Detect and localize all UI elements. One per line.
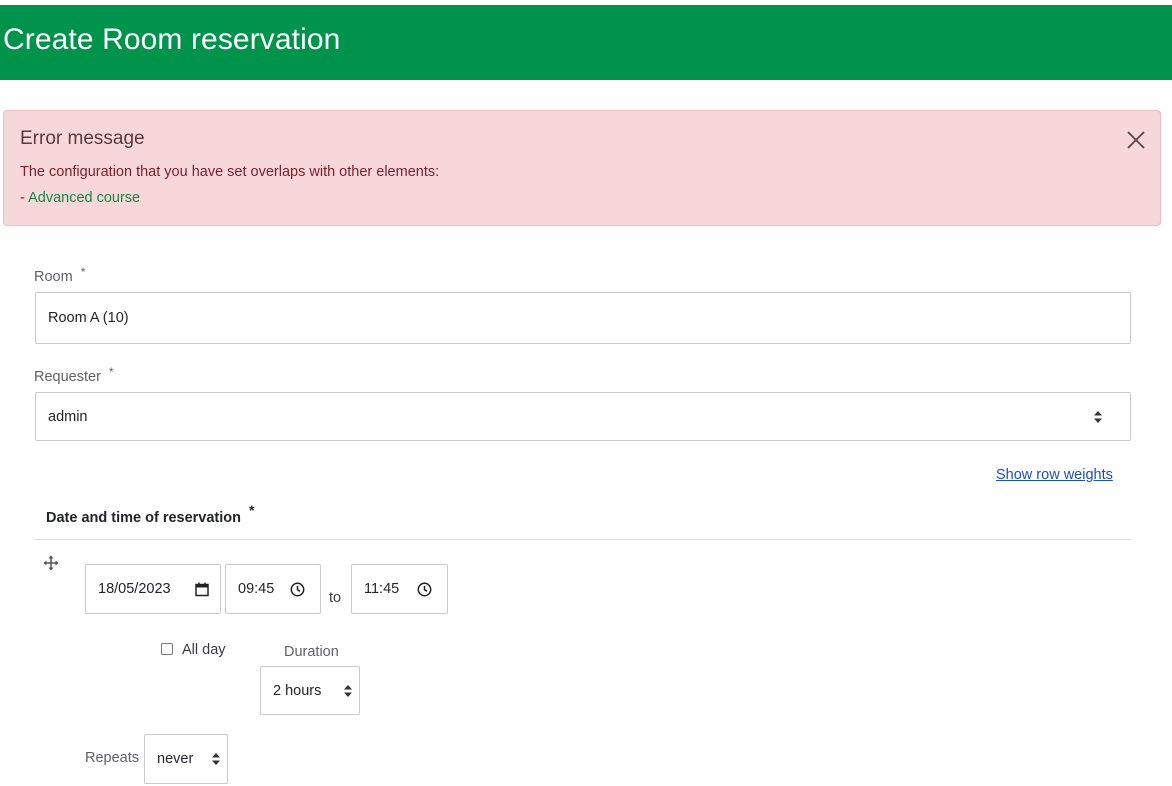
select-arrows-icon (212, 753, 220, 765)
requester-label: Requester * (34, 365, 114, 385)
page-title: Create Room reservation (3, 23, 341, 56)
clock-icon[interactable] (290, 582, 305, 597)
repeats-label: Repeats (85, 750, 140, 766)
duration-value: 2 hours (273, 682, 322, 699)
error-alert: Error message The configuration that you… (3, 110, 1161, 226)
calendar-icon[interactable] (195, 582, 209, 597)
repeats-value: never (157, 751, 194, 767)
date-input[interactable]: 18/05/2023 (85, 564, 221, 614)
alert-title: Error message (20, 128, 145, 149)
alert-conflict-item: - Advanced course (20, 190, 140, 206)
page-header: Create Room reservation (0, 5, 1172, 80)
section-divider (35, 539, 1131, 540)
duration-label: Duration (284, 644, 339, 660)
requester-select[interactable]: admin (35, 392, 1131, 441)
to-label: to (329, 590, 342, 606)
end-time-input[interactable]: 11:45 (351, 564, 448, 614)
all-day-label: All day (182, 642, 226, 658)
date-value: 18/05/2023 (98, 581, 171, 597)
start-time-input[interactable]: 09:45 (225, 564, 321, 614)
required-marker: * (108, 365, 114, 379)
repeats-select[interactable]: never (144, 734, 228, 784)
end-time-value: 11:45 (364, 581, 400, 597)
required-marker: * (80, 265, 86, 279)
show-row-weights-link[interactable]: Show row weights (996, 467, 1113, 483)
requester-value: admin (48, 408, 88, 425)
alert-item-prefix: - (20, 190, 25, 206)
all-day-checkbox[interactable] (161, 643, 173, 655)
close-icon[interactable] (1126, 130, 1146, 150)
room-label: Room * (34, 265, 86, 285)
datetime-section-title: Date and time of reservation * (46, 502, 255, 526)
alert-message: The configuration that you have set over… (20, 164, 440, 180)
clock-icon[interactable] (417, 582, 432, 597)
drag-handle-icon[interactable] (43, 555, 59, 571)
room-field[interactable]: Room A (10) (35, 292, 1131, 344)
required-marker: * (249, 502, 255, 518)
advanced-course-link[interactable]: Advanced course (28, 190, 140, 206)
select-arrows-icon (344, 684, 352, 697)
duration-select[interactable]: 2 hours (260, 666, 360, 715)
start-time-value: 09:45 (238, 581, 275, 597)
select-arrows-icon (1094, 410, 1102, 423)
room-value: Room A (10) (48, 310, 129, 326)
